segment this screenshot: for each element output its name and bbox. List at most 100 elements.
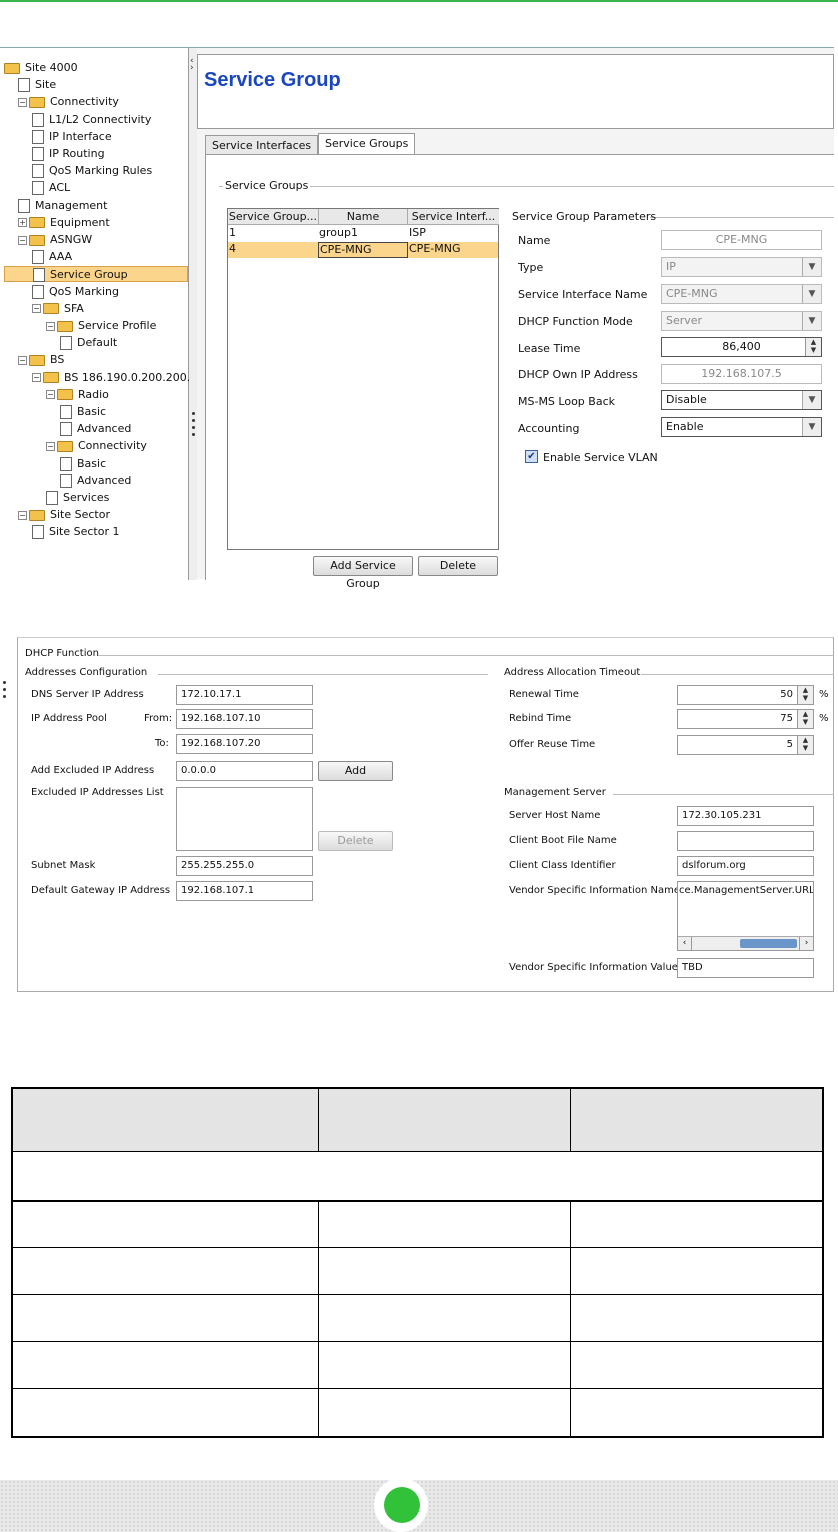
pool-from-field[interactable]: 192.168.107.10 bbox=[176, 709, 313, 729]
tab-service-interfaces[interactable]: Service Interfaces bbox=[205, 135, 319, 155]
tree-item[interactable]: QoS Marking Rules bbox=[32, 163, 152, 179]
spinner-arrows-icon[interactable]: ▲ ▼ bbox=[797, 686, 813, 704]
tree-item[interactable]: − ASNGW bbox=[18, 232, 92, 248]
rebind-time-spinner[interactable]: 75 ▲ ▼ bbox=[677, 709, 814, 729]
table-section-row bbox=[13, 1152, 822, 1202]
subnet-mask-field[interactable]: 255.255.255.0 bbox=[176, 856, 313, 876]
splitter[interactable]: ‹ › bbox=[189, 48, 197, 580]
tree-item[interactable]: L1/L2 Connectivity bbox=[32, 112, 151, 128]
vendor-info-value-field[interactable]: TBD bbox=[677, 958, 814, 978]
chevron-down-icon[interactable]: ▼ bbox=[802, 258, 821, 276]
dns-server-field[interactable]: 172.10.17.1 bbox=[176, 685, 313, 705]
tree-item[interactable]: IP Interface bbox=[32, 129, 112, 145]
renewal-time-spinner[interactable]: 50 ▲ ▼ bbox=[677, 685, 814, 705]
enable-service-vlan-checkbox[interactable]: ✔ bbox=[525, 450, 538, 463]
collapse-icon[interactable]: − bbox=[18, 97, 27, 107]
lease-time-spinner[interactable]: 86,400 ▲ ▼ bbox=[661, 337, 822, 357]
tree-item[interactable]: Advanced bbox=[60, 421, 131, 437]
dhcp-own-ip-field[interactable]: 192.168.107.5 bbox=[661, 364, 822, 384]
client-boot-file-field[interactable] bbox=[677, 831, 814, 851]
delete-excluded-ip-button[interactable]: Delete bbox=[318, 831, 393, 851]
spinner-arrows-icon[interactable]: ▲ ▼ bbox=[797, 710, 813, 728]
collapse-icon[interactable]: − bbox=[46, 390, 55, 400]
tree-item[interactable]: − BS 186.190.0.200.200. bbox=[32, 370, 190, 386]
excluded-ip-list[interactable] bbox=[176, 787, 313, 851]
tree-item[interactable]: ACL bbox=[32, 180, 70, 196]
tree-item[interactable]: Management bbox=[18, 198, 107, 214]
server-host-name-label: Server Host Name bbox=[509, 810, 601, 821]
tree-item[interactable]: Advanced bbox=[60, 473, 131, 489]
tree-item[interactable]: Basic bbox=[60, 456, 106, 472]
tree-item[interactable]: − Connectivity bbox=[18, 94, 119, 110]
chevron-down-icon[interactable]: ▼ bbox=[802, 391, 821, 409]
tree-item[interactable]: Site Sector 1 bbox=[32, 524, 119, 540]
collapse-icon[interactable]: − bbox=[18, 355, 27, 365]
tree-item[interactable]: + Equipment bbox=[18, 215, 110, 231]
tree-item[interactable]: AAA bbox=[32, 249, 72, 265]
server-host-name-field[interactable]: 172.30.105.231 bbox=[677, 806, 814, 826]
offer-reuse-time-spinner[interactable]: 5 ▲ ▼ bbox=[677, 735, 814, 755]
dhcp-groupbox-line bbox=[98, 655, 834, 656]
loop-back-select[interactable]: Disable ▼ bbox=[661, 390, 822, 410]
tree-item[interactable]: − Radio bbox=[46, 387, 109, 403]
tab-service-groups[interactable]: Service Groups bbox=[318, 133, 416, 155]
chevron-down-icon[interactable]: ▼ bbox=[802, 418, 821, 436]
accounting-select[interactable]: Enable ▼ bbox=[661, 417, 822, 437]
service-groups-table: Service Group... Name Service Interf... … bbox=[227, 208, 499, 550]
document-icon bbox=[32, 250, 44, 265]
scroll-thumb[interactable] bbox=[740, 939, 797, 948]
collapse-arrows-icon[interactable]: ‹ › bbox=[190, 57, 194, 73]
collapse-icon[interactable]: − bbox=[18, 510, 27, 520]
tree-item[interactable]: − Site Sector bbox=[18, 507, 110, 523]
add-service-group-button[interactable]: Add Service Group bbox=[313, 556, 413, 590]
table-cell bbox=[571, 1342, 822, 1389]
tree-item[interactable]: Site 4000 bbox=[4, 60, 78, 76]
spinner-arrows-icon[interactable]: ▲ ▼ bbox=[805, 338, 821, 356]
table-row[interactable]: 1 group1 ISP bbox=[228, 226, 498, 242]
type-select[interactable]: IP ▼ bbox=[661, 257, 822, 277]
column-header[interactable]: Name bbox=[319, 209, 408, 225]
collapse-icon[interactable]: − bbox=[18, 235, 27, 245]
timeout-groupbox-line bbox=[641, 674, 834, 675]
tree-item[interactable]: Default bbox=[60, 335, 117, 351]
tree-item-label: Connectivity bbox=[78, 439, 147, 453]
collapse-icon[interactable]: − bbox=[32, 304, 41, 314]
column-header[interactable]: Service Interf... bbox=[408, 209, 499, 225]
chevron-down-icon[interactable]: ▼ bbox=[802, 312, 821, 330]
delete-service-group-button[interactable]: Delete bbox=[418, 556, 498, 576]
add-excluded-ip-button[interactable]: Add bbox=[318, 761, 393, 781]
name-field[interactable]: CPE-MNG bbox=[661, 230, 822, 250]
tree-item[interactable]: Site bbox=[18, 77, 56, 93]
collapse-icon[interactable]: − bbox=[46, 321, 55, 331]
column-header[interactable]: Service Group... bbox=[228, 209, 319, 225]
lease-time-label: Lease Time bbox=[518, 342, 581, 355]
tree-item[interactable]: − Connectivity bbox=[46, 438, 147, 454]
scroll-left-icon[interactable]: ‹ bbox=[678, 937, 692, 950]
client-class-id-field[interactable]: dslforum.org bbox=[677, 856, 814, 876]
chevron-down-icon[interactable]: ▼ bbox=[802, 285, 821, 303]
scroll-right-icon[interactable]: › bbox=[799, 937, 813, 950]
pool-to-field[interactable]: 192.168.107.20 bbox=[176, 734, 313, 754]
collapse-icon[interactable]: − bbox=[32, 373, 41, 383]
expand-icon[interactable]: + bbox=[18, 218, 27, 228]
dhcp-mode-select[interactable]: Server ▼ bbox=[661, 311, 822, 331]
tree-item[interactable]: − BS bbox=[18, 352, 64, 368]
tree-item[interactable]: Basic bbox=[60, 404, 106, 420]
rebind-time-value: 75 bbox=[780, 713, 793, 724]
vendor-info-name-area[interactable]: ce.ManagementServer.URL ‹ › bbox=[677, 881, 814, 951]
default-gateway-field[interactable]: 192.168.107.1 bbox=[176, 881, 313, 901]
excluded-ip-field[interactable]: 0.0.0.0 bbox=[176, 761, 313, 781]
spinner-arrows-icon[interactable]: ▲ ▼ bbox=[797, 736, 813, 754]
tree-item[interactable]: − SFA bbox=[32, 301, 84, 317]
tree-item[interactable]: QoS Marking bbox=[32, 284, 119, 300]
tree-item-label: Site 4000 bbox=[25, 61, 78, 74]
horizontal-scrollbar[interactable]: ‹ › bbox=[678, 936, 813, 950]
tree-item[interactable]: Services bbox=[46, 490, 109, 506]
tree-item[interactable]: − Service Profile bbox=[46, 318, 156, 334]
document-icon bbox=[18, 198, 30, 213]
collapse-icon[interactable]: − bbox=[46, 441, 55, 451]
tree-item-selected[interactable]: Service Group bbox=[4, 266, 188, 283]
table-row-selected[interactable]: 4 CPE-MNG CPE-MNG bbox=[228, 242, 498, 258]
service-interface-select[interactable]: CPE-MNG ▼ bbox=[661, 284, 822, 304]
tree-item[interactable]: IP Routing bbox=[32, 146, 105, 162]
